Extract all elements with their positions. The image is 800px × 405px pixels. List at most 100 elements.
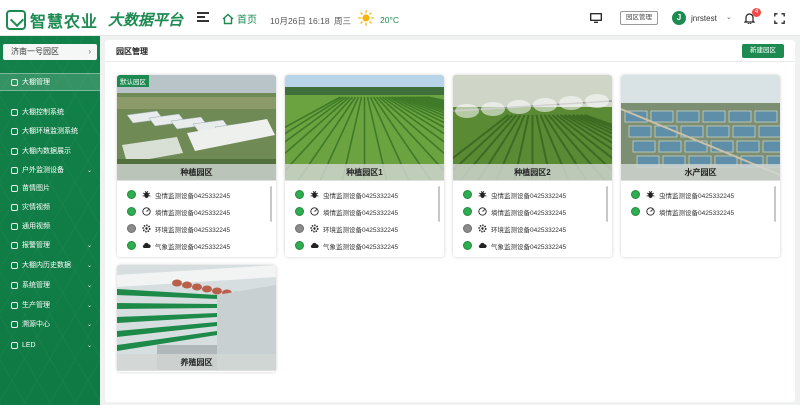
status-dot-icon [295,224,304,233]
sidebar-item-label: LED [22,341,36,349]
home-label: 首页 [237,15,257,26]
sun-icon [358,10,374,26]
device-label: 气象监测设备0425332245 [491,243,567,251]
gauge-icon [646,207,655,216]
chevron-down-icon[interactable]: ⌄ [726,13,732,21]
device-row[interactable]: 墒情监测设备0425332245 [463,203,603,220]
sidebar-item-disaster-video[interactable]: 灾情视频 [0,198,100,216]
sidebar-item-greenhouse-control[interactable]: 大棚控制系统 [0,103,100,121]
menu-toggle-icon[interactable] [197,12,209,24]
sidebar-item-led[interactable]: LED ⌄ [0,336,100,354]
fullscreen-icon[interactable] [774,13,785,24]
sidebar-item-label: 灾情视频 [22,204,50,211]
park-card[interactable]: 种植园区1 虫情监测设备0425332245 墒情监测设备0425332245 环境监… [285,75,444,257]
status-dot-icon [631,190,640,199]
cloud-icon [310,241,319,250]
status-dot-icon [127,224,136,233]
sidebar-item-label: 生产管理 [22,302,50,309]
device-row[interactable]: 虫情监测设备0425332245 [631,186,771,203]
sidebar-item-seedling-images[interactable]: 苗情图片 [0,179,100,197]
status-dot-icon [463,190,472,199]
sidebar-item-general-video[interactable]: 通用视频 [0,217,100,235]
monitor-icon[interactable] [590,13,602,23]
cloud-icon [478,241,487,250]
device-label: 环境监测设备0425332245 [155,226,231,234]
park-card-title[interactable]: 种植园区 [117,164,276,181]
device-label: 虫情监测设备0425332245 [659,192,735,200]
device-list-scrollbar[interactable] [606,186,608,222]
device-label: 气象监测设备0425332245 [155,243,231,251]
sidebar-item-alarm-mgmt[interactable]: 报警管理 ⌄ [0,236,100,254]
park-card-title[interactable]: 种植园区2 [453,164,612,181]
device-label: 气象监测设备0425332245 [323,243,399,251]
home-icon [222,13,234,24]
park-card-title[interactable]: 水产园区 [621,164,780,181]
device-row[interactable]: 气象监测设备0425332245 [463,237,603,254]
home-link[interactable]: 首页 [222,11,257,26]
sidebar-item-greenhouse-mgmt[interactable]: 大棚管理 [0,73,100,91]
bug-icon [478,190,487,199]
device-row[interactable]: 环境监测设备0425332245 [463,220,603,237]
settings-icon [142,224,151,233]
new-park-button[interactable]: 新建园区 [742,44,784,58]
chevron-down-icon: ⌄ [86,262,92,269]
device-row[interactable]: 虫情监测设备0425332245 [127,186,267,203]
sidebar-item-label: 系统管理 [22,282,50,289]
device-row[interactable]: 环境监测设备0425332245 [295,220,435,237]
park-card[interactable]: 水产园区虫情监测设备0425332245 墒情监测设备0425332245 [621,75,780,257]
sidebar-item-outdoor-devices[interactable]: 户外监测设备 ⌄ [0,161,100,179]
device-row[interactable]: 墒情监测设备0425332245 [127,203,267,220]
park-select-value: 济南一号园区 [11,47,59,56]
sidebar-item-label: 报警管理 [22,242,50,249]
device-list: 虫情监测设备0425332245 墒情监测设备0425332245 环境监测设备04… [127,186,267,254]
status-dot-icon [295,190,304,199]
status-dot-icon [463,224,472,233]
device-list-scrollbar[interactable] [270,186,272,222]
sidebar-item-env-monitor[interactable]: 大棚环境监测系统 [0,122,100,140]
chevron-right-icon: › [88,47,91,56]
cloud-icon [142,241,151,250]
device-row[interactable]: 环境监测设备0425332245 [127,220,267,237]
device-row[interactable]: 气象监测设备0425332245 [295,237,435,254]
sidebar-item-production-mgmt[interactable]: 生产管理 ⌄ [0,296,100,314]
device-label: 墒情监测设备0425332245 [491,209,567,217]
park-select[interactable]: 济南一号园区 › [3,44,97,60]
device-row[interactable]: 虫情监测设备0425332245 [295,186,435,203]
sidebar-item-system-mgmt[interactable]: 系统管理 ⌄ [0,276,100,294]
chevron-down-icon: ⌄ [86,167,92,174]
park-management-button[interactable]: 园区管理 [620,11,658,25]
settings-icon [478,224,487,233]
park-card[interactable]: 默认园区 种植园区 虫情监测设备0425332245 墒情监测设备0425332245… [117,75,276,257]
device-row[interactable]: 墒情监测设备0425332245 [631,203,771,220]
page-title: 园区管理 [116,47,148,56]
greenhouse-control-icon [11,108,18,116]
device-label: 墒情监测设备0425332245 [155,209,231,217]
device-list: 虫情监测设备0425332245 墒情监测设备0425332245 环境监测设备04… [295,186,435,254]
device-row[interactable]: 墒情监测设备0425332245 [295,203,435,220]
device-row[interactable]: 虫情监测设备0425332245 [463,186,603,203]
sidebar: 济南一号园区 › 大棚管理大棚控制系统 大棚环境监测系统 大棚内数据展示 户外监测设备… [0,36,100,405]
bug-icon [646,190,655,199]
device-list-scrollbar[interactable] [774,186,776,222]
sidebar-item-greenhouse-data[interactable]: 大棚内数据展示 [0,142,100,160]
device-row[interactable]: 气象监测设备0425332245 [127,237,267,254]
status-dot-icon [295,207,304,216]
username[interactable]: jnrstest [691,14,717,23]
avatar[interactable]: J [672,11,686,25]
alarm-mgmt-icon [11,241,18,249]
device-label: 环境监测设备0425332245 [323,226,399,234]
bug-icon [310,190,319,199]
device-label: 虫情监测设备0425332245 [155,192,231,200]
sidebar-item-traceability[interactable]: 溯源中心 ⌄ [0,315,100,333]
bug-icon [142,190,151,199]
sidebar-item-history-data[interactable]: 大棚内历史数据 ⌄ [0,256,100,274]
device-label: 墒情监测设备0425332245 [659,209,735,217]
device-list-scrollbar[interactable] [438,186,440,222]
notification-badge: 4 [752,8,761,17]
park-card-title[interactable]: 养殖园区 [117,354,276,371]
device-list: 虫情监测设备0425332245 墒情监测设备0425332245 环境监测设备04… [463,186,603,254]
park-card-title[interactable]: 种植园区1 [285,164,444,181]
brand-logo[interactable]: 智慧农业 [6,8,98,32]
park-card[interactable]: 养殖园区 [117,265,276,372]
park-card[interactable]: 种植园区2 虫情监测设备0425332245 墒情监测设备0425332245 环境监… [453,75,612,257]
